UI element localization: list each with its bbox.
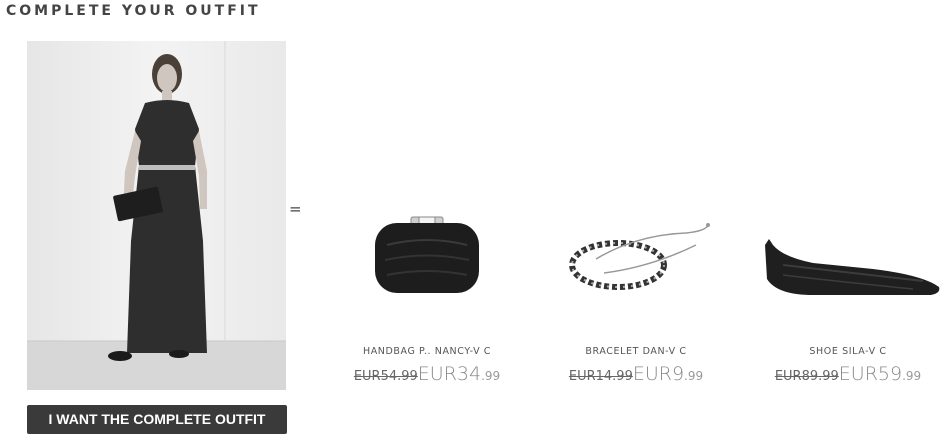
product-prices: EUR54.99EUR34.99 (332, 363, 522, 385)
product-prices: EUR89.99EUR59.99 (753, 363, 943, 385)
new-price: EUR9 (632, 363, 685, 385)
product-prices: EUR14.99EUR9.99 (541, 363, 731, 385)
new-price: EUR34 (417, 363, 482, 385)
new-price: EUR59 (838, 363, 903, 385)
product-name: BRACELET DAN-V C (585, 346, 687, 357)
old-price: EUR14.99 (568, 369, 633, 384)
product-card-shoe[interactable]: SHOE SILA-V C EUR89.99EUR59.99 (753, 175, 943, 385)
new-price-cents: .99 (684, 369, 704, 383)
product-name: HANDBAG P.. NANCY-V C (362, 346, 492, 357)
new-price-cents: .99 (902, 369, 922, 383)
model-photo[interactable] (27, 41, 286, 390)
complete-outfit-button[interactable]: I WANT THE COMPLETE OUTFIT (27, 405, 287, 434)
shoe-icon[interactable] (753, 175, 943, 335)
product-card-handbag[interactable]: HANDBAG P.. NANCY-V C EUR54.99EUR34.99 (332, 175, 522, 385)
section-title: COMPLETE YOUR OUTFIT (6, 3, 261, 19)
new-price-cents: .99 (481, 369, 501, 383)
product-card-bracelet[interactable]: BRACELET DAN-V C EUR14.99EUR9.99 (541, 175, 731, 385)
equals-sign: = (289, 200, 302, 218)
bracelet-icon[interactable] (541, 175, 731, 335)
old-price: EUR54.99 (353, 369, 418, 384)
product-name: SHOE SILA-V C (809, 346, 887, 357)
old-price: EUR89.99 (774, 369, 839, 384)
handbag-icon[interactable] (332, 175, 522, 335)
